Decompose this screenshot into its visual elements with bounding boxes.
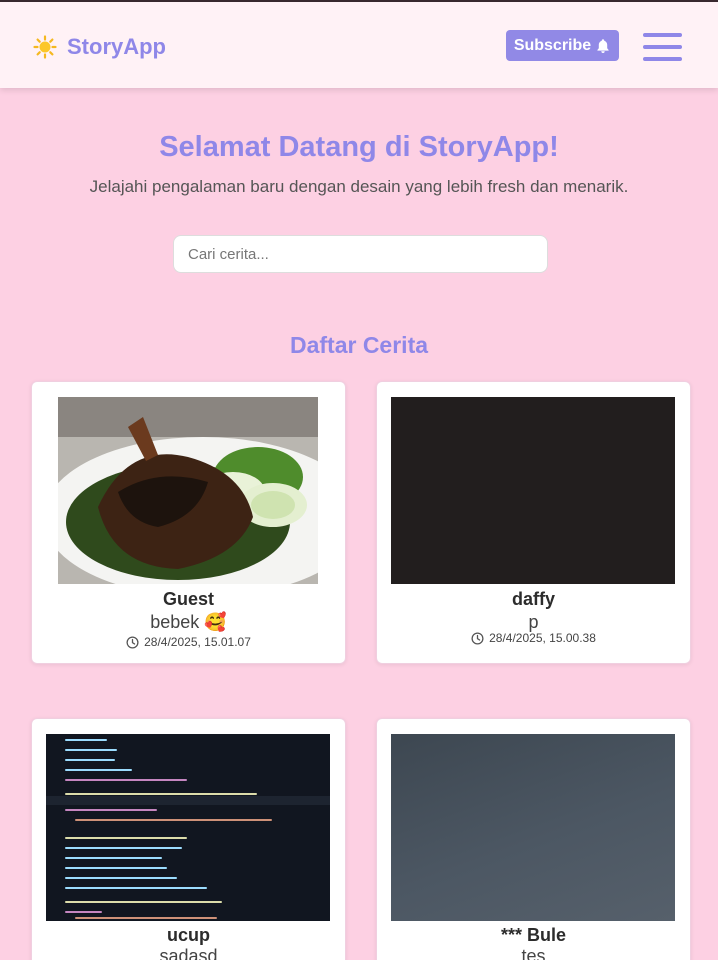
story-author: ucup xyxy=(167,925,210,945)
clock-icon xyxy=(471,631,484,645)
brand-name: StoryApp xyxy=(67,34,166,59)
story-card[interactable]: *** Bule tes xyxy=(376,718,691,960)
subscribe-label: Subscribe xyxy=(513,36,592,54)
story-image[interactable] xyxy=(46,734,330,921)
story-card[interactable]: daffy p 28/4/2025, 15.00.38 xyxy=(376,381,691,664)
story-card[interactable]: ucup sadasd xyxy=(31,718,346,960)
sun-icon xyxy=(33,35,57,59)
story-description: sadasd xyxy=(159,946,218,960)
bell-icon xyxy=(597,38,609,53)
brand[interactable]: StoryApp xyxy=(33,34,166,60)
hamburger-menu-icon xyxy=(643,33,682,37)
search-input[interactable] xyxy=(173,235,548,273)
story-description: tes xyxy=(521,946,546,960)
section-title: Daftar Cerita xyxy=(289,332,429,358)
story-author: Guest xyxy=(162,589,214,609)
story-image[interactable] xyxy=(58,397,318,584)
story-meta: 28/4/2025, 15.00.38 xyxy=(377,631,690,645)
app-header: StoryApp Subscribe xyxy=(0,2,718,88)
story-meta: 28/4/2025, 15.01.07 xyxy=(32,635,345,649)
story-date: 28/4/2025, 15.01.07 xyxy=(144,635,251,649)
menu-button[interactable] xyxy=(643,33,682,61)
hero-subtitle: Jelajahi pengalaman baru dengan desain y… xyxy=(89,177,629,196)
story-image[interactable] xyxy=(391,734,675,921)
story-description: p xyxy=(528,612,539,632)
subscribe-button[interactable]: Subscribe xyxy=(506,30,619,61)
hero-title: Selamat Datang di StoryApp! xyxy=(159,131,559,163)
story-author: *** Bule xyxy=(500,925,567,945)
story-card[interactable]: Guest bebek 🥰 28/4/2025, 15.01.07 xyxy=(31,381,346,664)
clock-icon xyxy=(126,635,139,649)
story-description: bebek 🥰 xyxy=(150,612,227,632)
story-image[interactable] xyxy=(391,397,675,584)
story-author: daffy xyxy=(511,589,555,609)
story-date: 28/4/2025, 15.00.38 xyxy=(489,631,596,645)
